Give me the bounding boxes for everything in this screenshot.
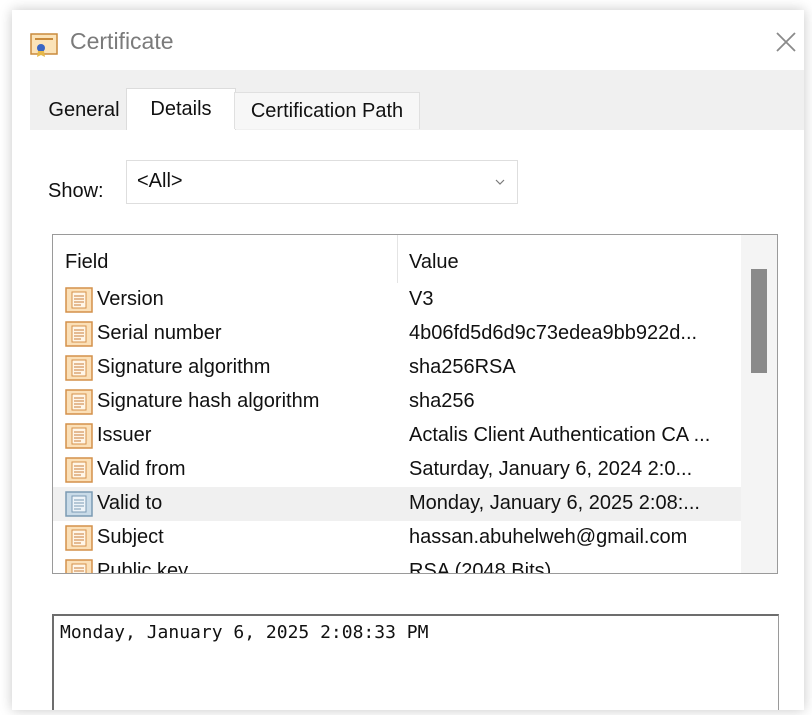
field-list[interactable]: Field Value Version V3 Serial number 4b0… bbox=[52, 234, 778, 574]
show-dropdown[interactable]: <All> bbox=[126, 160, 518, 204]
column-header-value[interactable]: Value bbox=[409, 251, 459, 274]
field-value: Saturday, January 6, 2024 2:0... bbox=[409, 458, 693, 480]
list-item-selected[interactable]: Valid to Monday, January 6, 2025 2:08:..… bbox=[53, 487, 741, 521]
field-value: sha256RSA bbox=[409, 356, 516, 378]
field-value: RSA (2048 Bits) bbox=[409, 560, 552, 574]
list-item[interactable]: Public key RSA (2048 Bits) bbox=[53, 555, 741, 574]
field-value: hassan.abuhelweh@gmail.com bbox=[409, 526, 688, 548]
field-name: Subject bbox=[97, 526, 164, 548]
list-item[interactable]: Version V3 bbox=[53, 283, 741, 317]
title-bar: Certificate bbox=[12, 10, 804, 70]
tab-details[interactable]: Details bbox=[126, 88, 236, 131]
certificate-window: Certificate General Details Certificatio… bbox=[12, 10, 804, 710]
details-panel: Show: <All> Field Value Version V3 Seria… bbox=[30, 130, 804, 710]
tab-general[interactable]: General bbox=[38, 92, 130, 128]
list-item[interactable]: Signature hash algorithm sha256 bbox=[53, 385, 741, 419]
value-detail-text: Monday, January 6, 2025 2:08:33 PM bbox=[60, 622, 429, 643]
chevron-down-icon bbox=[495, 179, 505, 185]
column-divider[interactable] bbox=[397, 235, 398, 283]
field-name: Signature hash algorithm bbox=[97, 390, 320, 412]
field-name: Signature algorithm bbox=[97, 356, 271, 378]
list-item[interactable]: Signature algorithm sha256RSA bbox=[53, 351, 741, 385]
column-header-field[interactable]: Field bbox=[65, 251, 108, 274]
field-value: V3 bbox=[409, 288, 434, 310]
field-name: Version bbox=[97, 288, 164, 310]
show-label: Show: bbox=[48, 180, 104, 202]
field-doc-icon-selected bbox=[65, 491, 93, 517]
field-name: Issuer bbox=[97, 424, 152, 446]
list-scrollbar[interactable] bbox=[741, 235, 777, 573]
tab-strip: General Details Certification Path bbox=[30, 70, 804, 131]
window-title: Certificate bbox=[70, 28, 174, 54]
list-item[interactable]: Serial number 4b06fd5d6d9c73edea9bb922d.… bbox=[53, 317, 741, 351]
field-doc-icon bbox=[65, 457, 93, 483]
show-dropdown-value: <All> bbox=[137, 170, 183, 192]
field-name: Valid from bbox=[97, 458, 186, 480]
field-value: Actalis Client Authentication CA ... bbox=[409, 424, 711, 446]
value-detail-box[interactable]: Monday, January 6, 2025 2:08:33 PM bbox=[52, 614, 779, 710]
field-doc-icon bbox=[65, 525, 93, 551]
list-item[interactable]: Valid from Saturday, January 6, 2024 2:0… bbox=[53, 453, 741, 487]
field-value: 4b06fd5d6d9c73edea9bb922d... bbox=[409, 322, 698, 344]
field-name: Public key bbox=[97, 560, 189, 574]
tab-certification-path[interactable]: Certification Path bbox=[234, 92, 420, 129]
field-doc-icon bbox=[65, 389, 93, 415]
field-name: Valid to bbox=[97, 492, 163, 514]
field-doc-icon bbox=[65, 355, 93, 381]
field-value: sha256 bbox=[409, 390, 475, 412]
list-item[interactable]: Subject hassan.abuhelweh@gmail.com bbox=[53, 521, 741, 555]
field-doc-icon bbox=[65, 423, 93, 449]
scrollbar-thumb[interactable] bbox=[751, 269, 767, 373]
field-name: Serial number bbox=[97, 322, 222, 344]
certificate-icon bbox=[30, 33, 58, 57]
field-doc-icon bbox=[65, 559, 93, 573]
field-doc-icon bbox=[65, 287, 93, 313]
list-header: Field Value bbox=[53, 235, 741, 283]
close-icon[interactable] bbox=[772, 28, 800, 56]
list-item[interactable]: Issuer Actalis Client Authentication CA … bbox=[53, 419, 741, 453]
field-doc-icon bbox=[65, 321, 93, 347]
field-value: Monday, January 6, 2025 2:08:... bbox=[409, 492, 700, 514]
